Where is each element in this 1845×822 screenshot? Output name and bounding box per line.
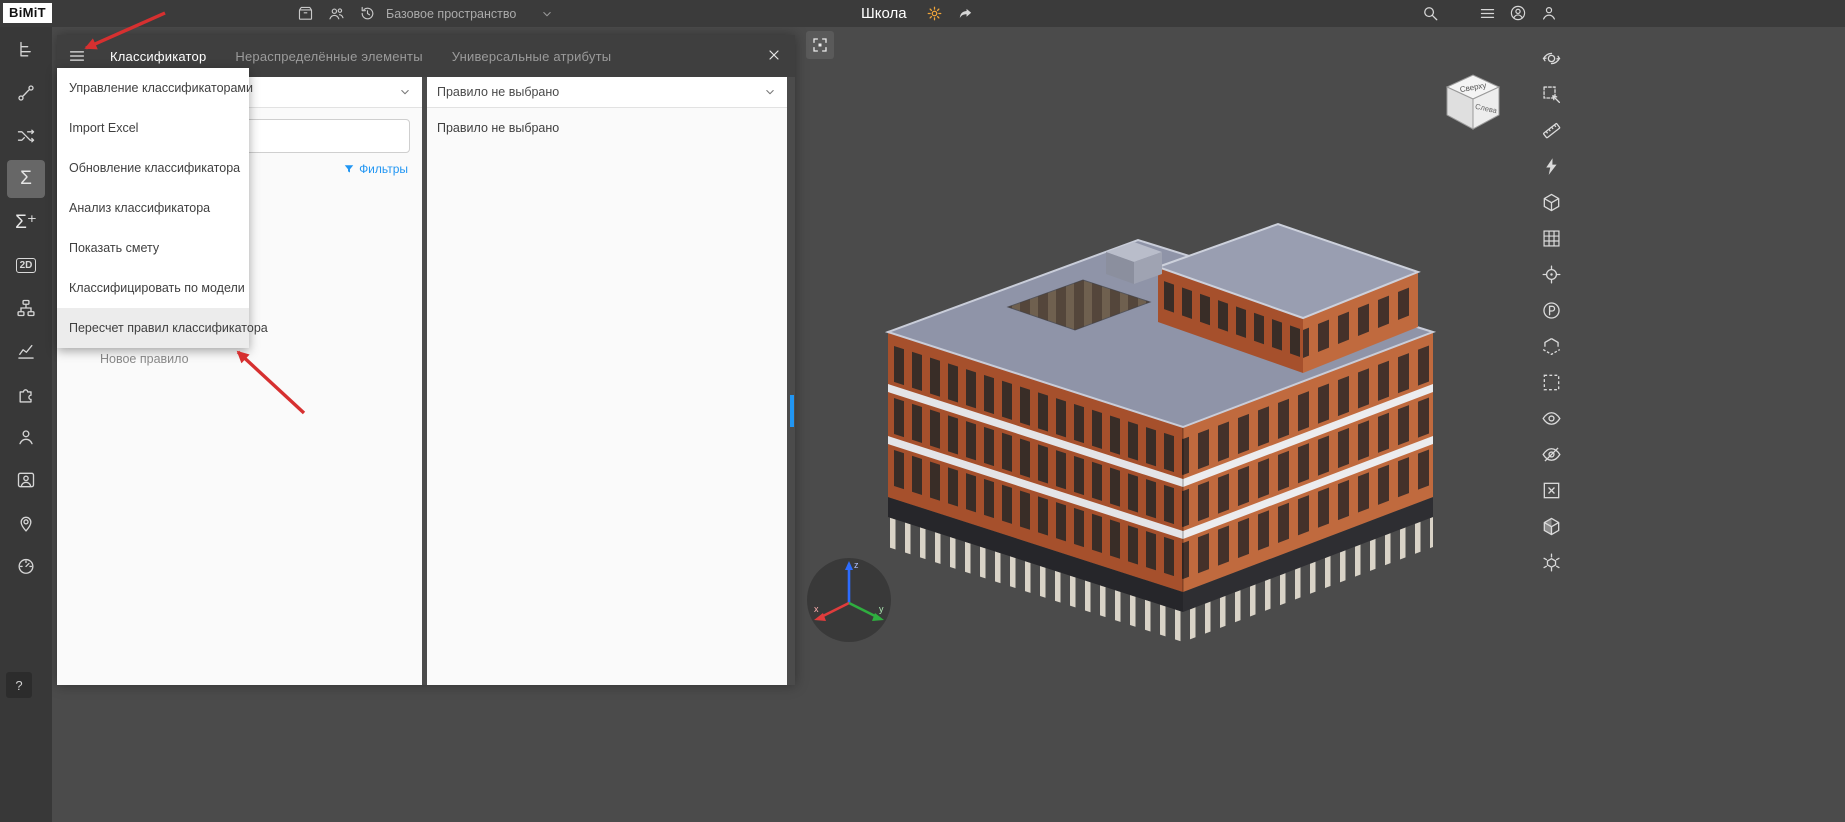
menu-item-show-estimate[interactable]: Показать смету [57, 228, 249, 268]
isolate-icon[interactable] [1541, 480, 1562, 501]
settings-gear-icon[interactable] [926, 5, 943, 22]
person-icon [16, 427, 36, 447]
topbar: BiMiT Базовое пространство Школа [0, 0, 1845, 27]
explode-icon[interactable] [1541, 552, 1562, 573]
focus-icon[interactable] [1541, 264, 1562, 285]
menu-item-analyze-classifier[interactable]: Анализ классификатора [57, 188, 249, 228]
hide-eye-icon[interactable] [1541, 444, 1562, 465]
new-rule-button[interactable]: Новое правило [100, 352, 189, 366]
project-title: Школа [861, 5, 907, 22]
axis-y-label: y [879, 604, 884, 614]
route-icon [16, 83, 36, 103]
app-root: Сверху Слева z x y BiMiT Базовое простра… [0, 0, 1845, 822]
scrollbar-thumb[interactable] [790, 395, 794, 427]
axes-gizmo[interactable]: z x y [804, 555, 894, 645]
user-card-icon [16, 470, 36, 490]
topbar-left-tools [297, 5, 376, 22]
panel-tabs: Классификатор Нераспределённые элементы … [110, 49, 611, 64]
region-capture-button[interactable] [806, 31, 834, 59]
sigma-plus-icon: Σ⁺ [15, 211, 37, 233]
structure-tree-icon [16, 40, 36, 60]
search-icon[interactable] [1421, 4, 1439, 22]
orbit-icon[interactable] [1541, 48, 1562, 69]
2d-icon: 2D [15, 257, 37, 273]
panel-menu-icon[interactable] [68, 47, 86, 65]
line-chart-icon [16, 341, 36, 361]
history-icon[interactable] [359, 5, 376, 22]
classifier-actions-menu: Управление классификаторами Import Excel… [57, 68, 268, 348]
viewport-toolbar [1534, 48, 1568, 573]
chevron-down-icon [763, 85, 777, 99]
sidebar-item-plugins[interactable] [7, 375, 45, 413]
half-cube-icon[interactable] [1541, 516, 1562, 537]
app-logo: BiMiT [3, 3, 52, 23]
tab-unallocated-elements[interactable]: Нераспределённые элементы [235, 49, 422, 64]
sidebar-item-2d[interactable]: 2D [7, 246, 45, 284]
rule-empty-text: Правило не выбрано [437, 121, 560, 135]
building-model [884, 222, 1437, 642]
grid-icon[interactable] [1541, 228, 1562, 249]
lightning-icon[interactable] [1541, 156, 1562, 177]
section-plane-icon[interactable] [1541, 336, 1562, 357]
tab-universal-attributes[interactable]: Универсальные атрибуты [452, 49, 612, 64]
rule-select[interactable]: Правило не выбрано [427, 77, 787, 108]
shuffle-icon [16, 126, 36, 146]
axis-z-label: z [854, 560, 859, 570]
sidebar-item-hierarchy[interactable] [7, 289, 45, 327]
menu-item-import-excel[interactable]: Import Excel [57, 108, 249, 148]
sidebar-item-user-card[interactable] [7, 461, 45, 499]
workspace-label: Базовое пространство [386, 6, 517, 21]
filters-label: Фильтры [359, 162, 408, 176]
view-cube[interactable]: Сверху Слева [1435, 63, 1511, 139]
menu-item-manage-classifiers[interactable]: Управление классификаторами [57, 68, 253, 108]
menu-item-classify-by-model[interactable]: Классифицировать по модели [57, 268, 249, 308]
sigma-icon: Σ [20, 168, 32, 189]
puzzle-icon [16, 384, 36, 404]
storage-icon[interactable] [297, 5, 314, 22]
team-icon[interactable] [328, 5, 345, 22]
select-box-icon[interactable] [1541, 84, 1562, 105]
sidebar-item-structure[interactable] [7, 31, 45, 69]
sidebar-item-connections[interactable] [7, 117, 45, 155]
sidebar-item-user-location[interactable] [7, 504, 45, 542]
help-button[interactable]: ? [6, 672, 32, 698]
workspace-select[interactable]: Базовое пространство [386, 0, 554, 27]
sidebar-item-issues[interactable] [7, 74, 45, 112]
marquee-icon[interactable] [1541, 372, 1562, 393]
axis-x-label: x [814, 604, 819, 614]
chevron-down-icon [398, 85, 412, 99]
measure-icon[interactable] [1541, 120, 1562, 141]
capture-region-icon [811, 36, 829, 54]
rule-select-value: Правило не выбрано [437, 85, 560, 99]
show-eye-icon[interactable] [1541, 408, 1562, 429]
chevron-down-icon [540, 7, 554, 21]
sidebar-item-estimates[interactable]: Σ⁺ [7, 203, 45, 241]
user-icon[interactable] [1540, 4, 1558, 22]
section-box-icon[interactable] [1541, 192, 1562, 213]
person-pin-icon [16, 513, 36, 533]
gauge-icon [16, 556, 36, 576]
sidebar-item-charts[interactable] [7, 332, 45, 370]
menu-item-recalculate-rules[interactable]: Пересчет правил классификатора [57, 308, 268, 348]
close-icon[interactable] [766, 47, 782, 63]
menu-item-update-classifier[interactable]: Обновление классификатора [57, 148, 249, 188]
sidebar-item-users[interactable] [7, 418, 45, 456]
list-icon[interactable] [1479, 5, 1496, 22]
account-icon[interactable] [1509, 4, 1527, 22]
sidebar-item-classifier[interactable]: Σ [7, 160, 45, 198]
sidebar-item-dashboard[interactable] [7, 547, 45, 585]
hierarchy-icon [16, 298, 36, 318]
sidebar: Σ Σ⁺ 2D ? [0, 27, 52, 822]
tab-classifier[interactable]: Классификатор [110, 49, 206, 64]
share-icon[interactable] [957, 5, 974, 22]
rule-pane: Правило не выбрано Правило не выбрано [427, 77, 787, 685]
circle-p-icon[interactable] [1541, 300, 1562, 321]
filter-funnel-icon [343, 163, 355, 175]
